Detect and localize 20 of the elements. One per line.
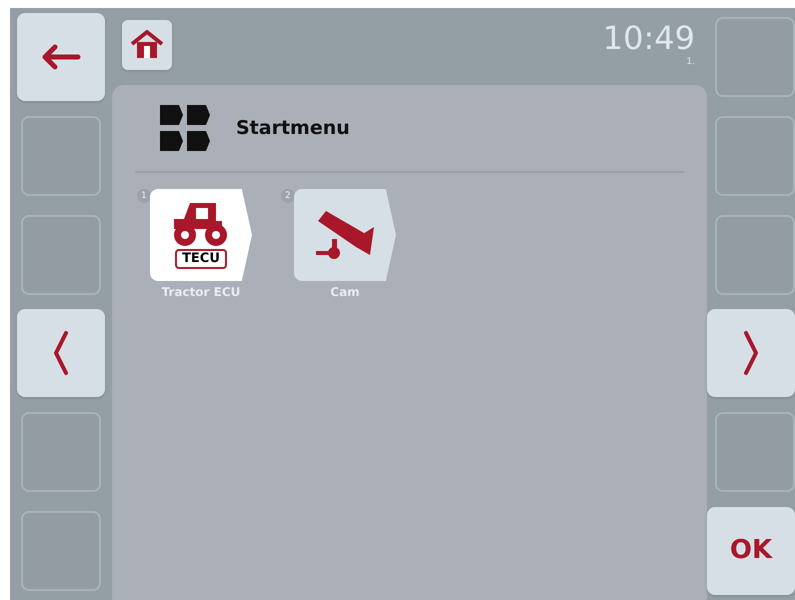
app-tile[interactable] [294,189,396,281]
tile-number: 1 [137,189,151,203]
home-button[interactable] [122,20,172,70]
chevron-left-icon [53,330,69,376]
previous-button[interactable] [17,309,105,398]
home-icon [130,30,164,60]
next-button[interactable] [707,309,795,398]
page-indicator: 1. [686,56,695,69]
tecu-label: TECU [175,249,227,269]
grid-icon [160,105,210,151]
chevron-right-icon [743,330,759,376]
tile-number: 2 [281,189,295,203]
tile-label: Cam [330,284,360,301]
ok-button[interactable]: OK [707,506,795,595]
back-arrow-icon [41,44,81,70]
clock-time: 10:49 [602,20,695,56]
tile-label: Tractor ECU [162,284,240,301]
app-tile[interactable]: TECU [150,189,252,281]
back-button[interactable] [17,13,105,102]
page-title: Startmenu [236,116,350,141]
